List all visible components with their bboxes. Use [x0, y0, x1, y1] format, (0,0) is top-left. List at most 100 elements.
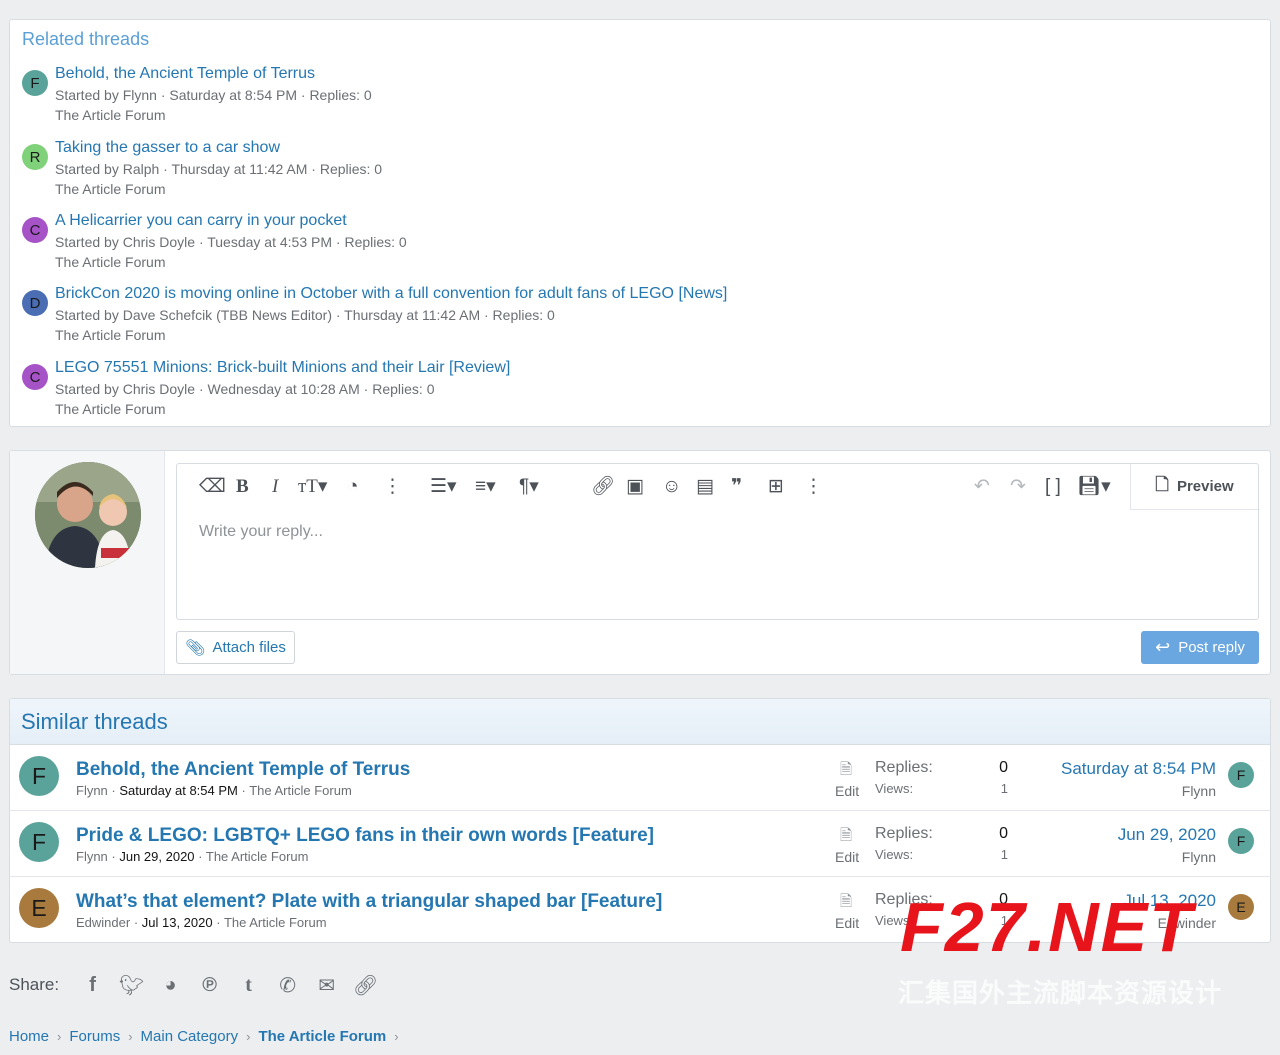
- replies-count: 0: [999, 891, 1008, 908]
- whatsapp-icon[interactable]: ✆: [268, 973, 307, 998]
- last-post-date[interactable]: Jun 29, 2020: [1118, 825, 1216, 845]
- font-size-icon[interactable]: тT▾: [298, 476, 327, 498]
- twitter-icon[interactable]: 🐦︎: [112, 973, 151, 998]
- breadcrumb-main-category[interactable]: Main Category: [141, 1028, 239, 1045]
- related-thread-title[interactable]: LEGO 75551 Minions: Brick-built Minions …: [55, 359, 510, 377]
- drafts-icon[interactable]: 💾︎▾: [1077, 476, 1111, 498]
- link-icon[interactable]: 🔗︎: [591, 476, 615, 498]
- edit-link[interactable]: Edit: [835, 849, 859, 865]
- thread-author-avatar[interactable]: R: [22, 144, 48, 170]
- attach-files-button[interactable]: 📎︎ Attach files: [176, 631, 295, 664]
- views-label: Views:: [875, 781, 914, 796]
- thread-forum[interactable]: The Article Forum: [249, 783, 352, 798]
- edit-link[interactable]: Edit: [835, 783, 859, 799]
- replies-count: 0: [999, 825, 1008, 842]
- replies-count: 0: [999, 759, 1008, 776]
- related-thread-title[interactable]: Behold, the Ancient Temple of Terrus: [55, 65, 315, 83]
- bbcode-toggle-icon[interactable]: [ ]: [1045, 476, 1061, 498]
- related-thread-forum[interactable]: The Article Forum: [55, 401, 165, 417]
- thread-author-avatar[interactable]: F: [19, 822, 59, 862]
- chevron-right-icon: ›: [246, 1029, 251, 1044]
- views-count: 1: [1000, 847, 1008, 862]
- last-post-user[interactable]: Edwinder: [1158, 915, 1216, 931]
- related-thread-title[interactable]: A Helicarrier you can carry in your pock…: [55, 212, 347, 230]
- document-icon: 🗎: [840, 827, 853, 844]
- color-palette-icon[interactable]: ◔: [347, 476, 358, 498]
- preview-button[interactable]: 🗋 Preview: [1130, 464, 1258, 510]
- last-poster-avatar[interactable]: F: [1228, 828, 1254, 854]
- media-icon[interactable]: ▤: [696, 476, 714, 498]
- email-icon[interactable]: ✉: [307, 973, 346, 998]
- similar-thread-title[interactable]: Behold, the Ancient Temple of Terrus: [76, 759, 410, 781]
- reply-editor[interactable]: ⌫ B I тT▾ ◔ ⋮ ☰▾ ≡▾ ¶▾ 🔗︎ ▣ ☺ ▤ ❞ ⊞ ⋮ ↶ …: [176, 463, 1259, 620]
- thread-forum[interactable]: The Article Forum: [206, 849, 309, 864]
- last-post-date[interactable]: Saturday at 8:54 PM: [1061, 759, 1216, 779]
- table-icon[interactable]: ⊞: [768, 476, 784, 498]
- related-thread-forum[interactable]: The Article Forum: [55, 327, 165, 343]
- thread-author[interactable]: Flynn: [76, 849, 108, 864]
- related-thread-title[interactable]: Taking the gasser to a car show: [55, 139, 280, 157]
- last-post-user[interactable]: Flynn: [1182, 849, 1216, 865]
- italic-icon[interactable]: I: [272, 476, 278, 498]
- image-icon[interactable]: ▣: [626, 476, 644, 498]
- pinterest-icon[interactable]: ℗: [190, 974, 229, 997]
- thread-forum[interactable]: The Article Forum: [224, 915, 327, 930]
- thread-author-avatar[interactable]: E: [19, 888, 59, 928]
- similar-thread-title[interactable]: Pride & LEGO: LGBTQ+ LEGO fans in their …: [76, 825, 654, 847]
- quote-icon[interactable]: ❞: [731, 476, 742, 498]
- views-label: Views:: [875, 847, 914, 862]
- similar-threads-block: Similar threads F Behold, the Ancient Tem…: [9, 698, 1271, 943]
- smiley-icon[interactable]: ☺: [662, 476, 681, 498]
- list-icon[interactable]: ☰▾: [430, 476, 457, 498]
- thread-author-avatar[interactable]: C: [22, 217, 48, 243]
- thread-author[interactable]: Edwinder: [76, 915, 130, 930]
- breadcrumb-home[interactable]: Home: [9, 1028, 49, 1045]
- last-poster-avatar[interactable]: E: [1228, 894, 1254, 920]
- reply-icon: ↩: [1155, 637, 1171, 657]
- thread-author-avatar[interactable]: D: [22, 290, 48, 316]
- breadcrumb-forums[interactable]: Forums: [69, 1028, 120, 1045]
- chevron-right-icon: ›: [394, 1029, 399, 1044]
- reddit-icon[interactable]: ◕: [151, 974, 190, 997]
- related-thread-meta: Started by Flynn · Saturday at 8:54 PM ·…: [55, 87, 372, 103]
- related-thread-meta: Started by Chris Doyle · Tuesday at 4:53…: [55, 234, 407, 250]
- document-icon: 🗎: [840, 761, 853, 778]
- similar-threads-title: Similar threads: [21, 709, 168, 734]
- clear-format-icon[interactable]: ⌫: [199, 476, 226, 498]
- last-post-user[interactable]: Flynn: [1182, 783, 1216, 799]
- more-insert-icon[interactable]: ⋮: [804, 476, 823, 498]
- thread-author-avatar[interactable]: F: [22, 70, 48, 96]
- more-options-icon[interactable]: ⋮: [383, 476, 402, 498]
- similar-threads-header: Similar threads: [10, 699, 1270, 745]
- breadcrumb-article-forum[interactable]: The Article Forum: [258, 1028, 386, 1045]
- paragraph-icon[interactable]: ¶▾: [519, 476, 539, 498]
- bold-icon[interactable]: B: [236, 476, 249, 498]
- related-thread-forum[interactable]: The Article Forum: [55, 107, 165, 123]
- similar-thread-title[interactable]: What’s that element? Plate with a triang…: [76, 891, 662, 913]
- views-count: 1: [1000, 781, 1008, 796]
- redo-icon[interactable]: ↷: [1010, 476, 1026, 498]
- thread-author-avatar[interactable]: F: [19, 756, 59, 796]
- similar-thread-row: E What’s that element? Plate with a trian…: [10, 877, 1270, 943]
- views-count: 1: [1000, 913, 1008, 928]
- last-post-date[interactable]: Jul 13, 2020: [1123, 891, 1216, 911]
- related-thread-title[interactable]: BrickCon 2020 is moving online in Octobe…: [55, 285, 727, 303]
- editor-toolbar: ⌫ B I тT▾ ◔ ⋮ ☰▾ ≡▾ ¶▾ 🔗︎ ▣ ☺ ▤ ❞ ⊞ ⋮ ↶ …: [177, 464, 1258, 510]
- share-link-icon[interactable]: 🔗︎: [346, 973, 385, 998]
- post-reply-button[interactable]: ↩ Post reply: [1141, 631, 1259, 664]
- breadcrumb: Home › Forums › Main Category › The Arti…: [9, 1028, 407, 1045]
- align-icon[interactable]: ≡▾: [475, 476, 496, 498]
- thread-author[interactable]: Flynn: [76, 783, 108, 798]
- facebook-icon[interactable]: f: [73, 974, 112, 997]
- undo-icon[interactable]: ↶: [974, 476, 990, 498]
- post-reply-label: Post reply: [1178, 639, 1245, 656]
- reply-user-column: [10, 451, 165, 674]
- related-thread-forum[interactable]: The Article Forum: [55, 181, 165, 197]
- related-thread-item: R Taking the gasser to a car show Started …: [22, 139, 922, 201]
- user-avatar[interactable]: [35, 462, 141, 568]
- last-poster-avatar[interactable]: F: [1228, 762, 1254, 788]
- edit-link[interactable]: Edit: [835, 915, 859, 931]
- tumblr-icon[interactable]: t: [229, 974, 268, 997]
- thread-author-avatar[interactable]: C: [22, 364, 48, 390]
- related-thread-forum[interactable]: The Article Forum: [55, 254, 165, 270]
